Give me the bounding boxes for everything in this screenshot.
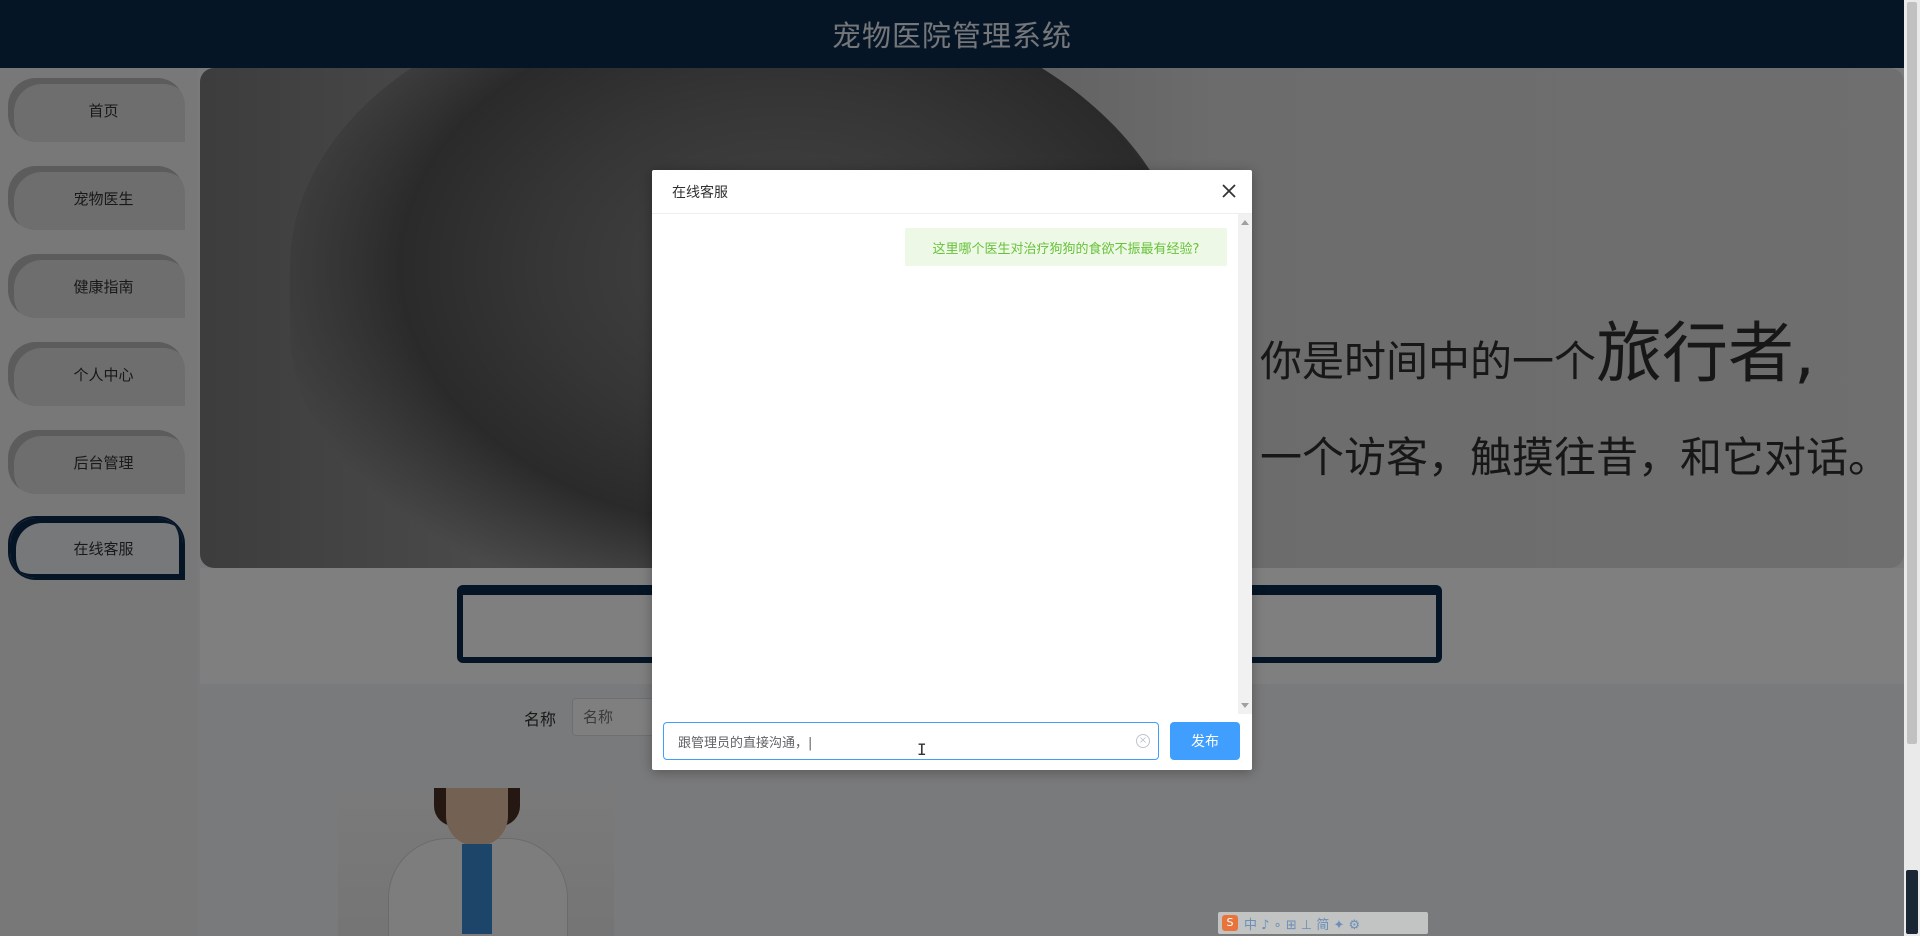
- clear-input-icon[interactable]: ×: [1136, 734, 1150, 748]
- online-service-dialog: 在线客服 这里哪个医生对治疗狗狗的食欲不振最有经验? × I 发布: [652, 170, 1252, 770]
- page-scrollbar[interactable]: [1904, 0, 1920, 936]
- dialog-title: 在线客服: [672, 185, 728, 201]
- chat-message-input[interactable]: [664, 723, 1124, 759]
- chat-message-user: 这里哪个医生对治疗狗狗的食欲不振最有经验?: [905, 228, 1227, 266]
- ime-toolbar[interactable]: S 中 ♪ ∘ ⊞ ⊥ 简 ✦ ⚙: [1218, 912, 1428, 934]
- ime-toolbar-glyphs: 中 ♪ ∘ ⊞ ⊥ 简 ✦ ⚙: [1244, 917, 1361, 933]
- dialog-header: 在线客服: [652, 170, 1252, 214]
- send-button[interactable]: 发布: [1170, 722, 1240, 760]
- chat-message-area: 这里哪个医生对治疗狗狗的食欲不振最有经验?: [652, 214, 1238, 714]
- text-cursor-icon: I: [917, 740, 927, 759]
- chat-scrollbar[interactable]: [1238, 214, 1252, 714]
- page-scrollbar-thumb[interactable]: [1907, 2, 1917, 744]
- ime-logo-icon: S: [1222, 915, 1238, 931]
- scroll-down-arrow-icon[interactable]: [1241, 703, 1249, 708]
- chat-input-field[interactable]: ×: [663, 722, 1159, 760]
- close-icon[interactable]: [1218, 180, 1240, 202]
- scroll-up-arrow-icon[interactable]: [1241, 220, 1249, 225]
- side-widget-tab[interactable]: [1906, 870, 1918, 934]
